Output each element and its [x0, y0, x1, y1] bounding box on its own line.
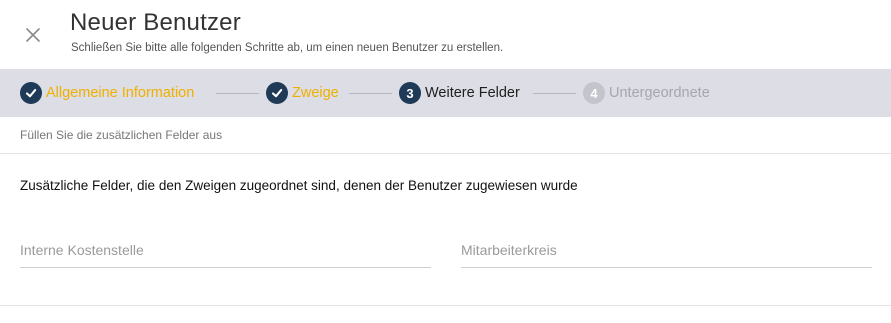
- step-connector: [349, 93, 392, 94]
- step-untergeordnete[interactable]: 4 Untergeordnete: [583, 82, 710, 104]
- step-label: Allgemeine Information: [46, 85, 195, 101]
- dialog-header: Neuer Benutzer Schließen Sie bitte alle …: [0, 0, 891, 69]
- step-label: Untergeordnete: [609, 85, 710, 101]
- check-icon: [20, 82, 42, 104]
- step-connector: [216, 93, 259, 94]
- check-icon: [266, 82, 288, 104]
- step-zweige[interactable]: Zweige: [266, 82, 339, 104]
- page-title: Neuer Benutzer: [70, 9, 241, 36]
- divider: [0, 305, 891, 306]
- wizard-stepper: Allgemeine Information Zweige 3 Weitere …: [0, 69, 891, 117]
- step-label: Zweige: [292, 85, 339, 101]
- step-number-badge: 4: [583, 82, 605, 104]
- mitarbeiterkreis-field: [461, 236, 872, 268]
- step-weitere-felder[interactable]: 3 Weitere Felder: [399, 82, 520, 104]
- step-label: Weitere Felder: [425, 85, 520, 101]
- mitarbeiterkreis-input[interactable]: [461, 236, 872, 264]
- section-title: Zusätzliche Felder, die den Zweigen zuge…: [20, 178, 578, 193]
- step-hint: Füllen Sie die zusätzlichen Felder aus: [20, 128, 223, 142]
- step-number-badge: 3: [399, 82, 421, 104]
- page-subtitle: Schließen Sie bitte alle folgenden Schri…: [71, 42, 504, 54]
- interne-kostenstelle-field: [20, 236, 431, 268]
- interne-kostenstelle-input[interactable]: [20, 236, 431, 264]
- close-icon[interactable]: [22, 24, 44, 46]
- divider: [0, 153, 891, 154]
- step-allgemeine-information[interactable]: Allgemeine Information: [20, 82, 194, 104]
- step-connector: [533, 93, 576, 94]
